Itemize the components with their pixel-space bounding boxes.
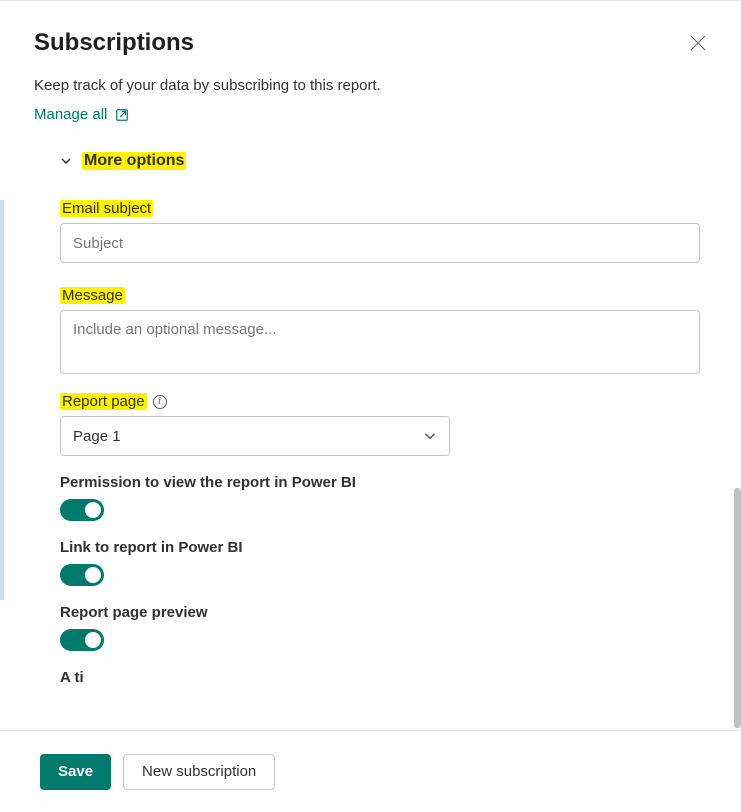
partial-next-label: A ti bbox=[60, 669, 707, 686]
close-icon bbox=[690, 35, 706, 51]
manage-all-link[interactable]: Manage all bbox=[34, 106, 129, 123]
more-options-label: More options bbox=[82, 152, 186, 170]
chevron-down-icon bbox=[423, 429, 437, 443]
panel-subtitle: Keep track of your data by subscribing t… bbox=[34, 77, 707, 94]
preview-toggle-group: Report page preview bbox=[60, 604, 707, 651]
page-title: Subscriptions bbox=[34, 29, 194, 57]
footer-bar: Save New subscription bbox=[0, 730, 741, 812]
manage-all-text: Manage all bbox=[34, 106, 107, 123]
link-report-toggle-group: Link to report in Power BI bbox=[60, 539, 707, 586]
report-page-select[interactable]: Page 1 bbox=[60, 416, 450, 456]
link-report-toggle[interactable] bbox=[60, 564, 104, 586]
subscriptions-panel: Subscriptions Keep track of your data by… bbox=[0, 0, 741, 724]
toggle-knob bbox=[85, 567, 101, 583]
link-report-toggle-label: Link to report in Power BI bbox=[60, 539, 707, 556]
report-page-selected-value: Page 1 bbox=[73, 428, 121, 445]
permission-toggle-group: Permission to view the report in Power B… bbox=[60, 474, 707, 521]
preview-toggle[interactable] bbox=[60, 629, 104, 651]
scrollbar-thumb[interactable] bbox=[734, 488, 741, 728]
permission-toggle[interactable] bbox=[60, 499, 104, 521]
save-button[interactable]: Save bbox=[40, 754, 111, 790]
info-icon[interactable]: i bbox=[153, 395, 167, 409]
email-subject-label: Email subject bbox=[60, 200, 153, 217]
chevron-down-icon bbox=[60, 155, 72, 167]
selected-edge-indicator bbox=[0, 200, 4, 600]
form-area: More options Email subject Message Repor… bbox=[34, 124, 707, 686]
toggle-knob bbox=[85, 502, 101, 518]
toggle-knob bbox=[85, 632, 101, 648]
panel-header: Subscriptions bbox=[34, 29, 707, 57]
message-label: Message bbox=[60, 287, 125, 304]
more-options-toggle[interactable]: More options bbox=[60, 152, 186, 170]
preview-toggle-label: Report page preview bbox=[60, 604, 707, 621]
permission-toggle-label: Permission to view the report in Power B… bbox=[60, 474, 707, 491]
message-field-group: Message bbox=[60, 279, 707, 379]
new-subscription-button[interactable]: New subscription bbox=[123, 754, 275, 790]
report-page-label: Report page bbox=[60, 393, 147, 410]
email-subject-input[interactable] bbox=[60, 223, 700, 263]
close-button[interactable] bbox=[689, 34, 707, 52]
email-subject-field-group: Email subject bbox=[60, 192, 707, 263]
message-input[interactable] bbox=[60, 310, 700, 374]
report-page-label-row: Report page i bbox=[60, 393, 707, 410]
external-link-icon bbox=[115, 108, 129, 122]
